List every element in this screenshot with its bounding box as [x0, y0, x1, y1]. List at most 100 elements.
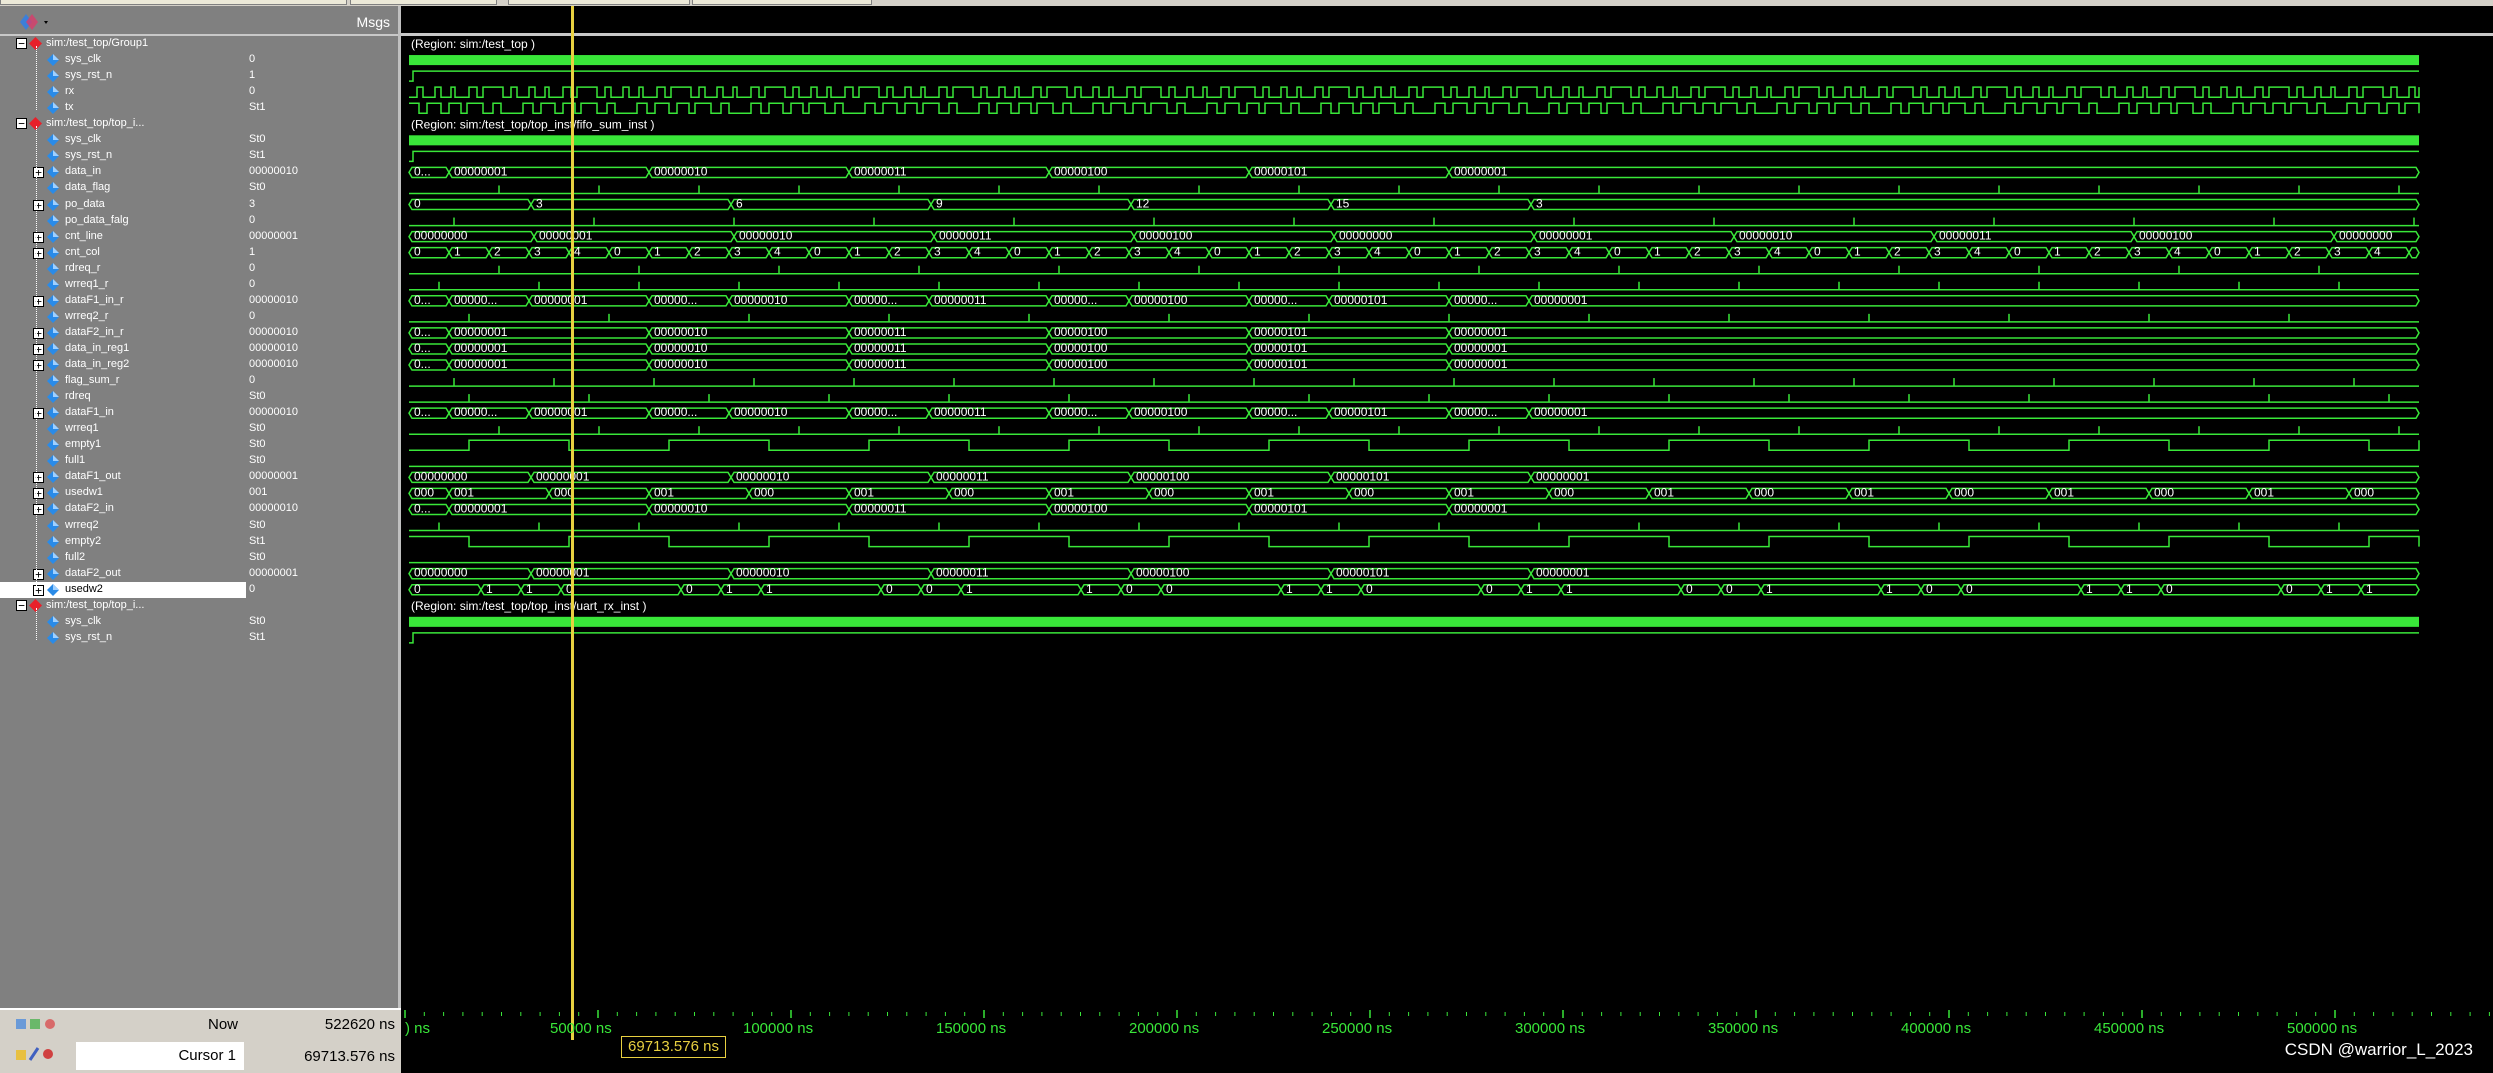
tree-line	[36, 126, 37, 592]
expand-toggle[interactable]: +	[33, 472, 44, 484]
bus-value-label: 1	[454, 245, 461, 259]
toolbar-tab[interactable]	[350, 0, 497, 5]
bus-value-label: 1	[766, 582, 773, 596]
bus-value-label: 1	[2054, 245, 2061, 259]
signal-value: St1	[249, 630, 266, 643]
expand-toggle[interactable]: +	[33, 584, 44, 596]
group-label: sim:/test_top/top_i...	[46, 598, 145, 611]
bus-value-label: 00000010	[734, 405, 788, 419]
signal-diamond-icon	[46, 342, 60, 356]
signal-value: St0	[249, 438, 266, 451]
bus-value-label: 000	[2354, 485, 2374, 499]
cursor-label: Cursor 1	[178, 1047, 236, 1064]
bus-value-label: 1	[1566, 582, 1573, 596]
signal-value: St0	[249, 454, 266, 467]
expand-toggle[interactable]: +	[33, 568, 44, 580]
square-waveform	[409, 535, 2420, 548]
collapse-toggle[interactable]: −	[16, 118, 27, 130]
bus-value-label: 001	[1654, 485, 1674, 499]
zoom-icons[interactable]	[16, 1016, 76, 1032]
bus-value-label: 0	[414, 582, 421, 596]
bus-value-label: 0	[1926, 582, 1933, 596]
bus-value-label: 0	[2166, 582, 2173, 596]
collapse-toggle[interactable]: −	[16, 599, 27, 611]
bus-segment	[1360, 583, 1482, 596]
signal-label: po_data	[65, 197, 105, 210]
expand-toggle[interactable]: +	[33, 408, 44, 420]
axis-tick-label: ) ns	[405, 1020, 431, 1037]
signal-diamond-icon	[46, 310, 60, 324]
signal-diamond-icon	[46, 53, 60, 67]
signal-value: St0	[249, 390, 266, 403]
bus-value-label: 00000010	[654, 164, 708, 178]
expand-toggle[interactable]: +	[33, 360, 44, 371]
bus-value-label: 2	[494, 245, 501, 259]
expand-toggle[interactable]: +	[33, 199, 44, 211]
signal-value-row: 1	[246, 68, 398, 84]
cursor-name-box[interactable]: Cursor 1	[76, 1042, 244, 1070]
bit-waveform	[409, 150, 2419, 163]
bus-value-label: 00000101	[1254, 325, 1308, 339]
bus-value-label: 00000010	[654, 341, 708, 355]
signal-value: St0	[249, 133, 266, 146]
wave-window-icon[interactable]	[18, 12, 50, 32]
signal-diamond-icon	[46, 502, 60, 516]
expand-toggle[interactable]: +	[33, 231, 44, 243]
signal-label: empty2	[65, 534, 102, 547]
toolbar-tab[interactable]	[508, 0, 690, 5]
expand-toggle[interactable]: +	[33, 295, 44, 307]
bus-value-label: 00000100	[1054, 325, 1108, 339]
expand-toggle[interactable]: +	[33, 504, 44, 516]
waveform-pane[interactable]: 0... 00000001 00000010 00000011 00000100 0000…	[401, 6, 2493, 1008]
bus-value-label: 1	[1654, 245, 1661, 259]
bus-value-label: 1	[1766, 582, 1773, 596]
uart-waveform	[409, 86, 2420, 98]
expand-toggle[interactable]: +	[33, 167, 44, 179]
bus-segment	[408, 198, 532, 211]
square-waveform	[409, 439, 2420, 452]
bus-value-label: 2	[1294, 245, 1301, 259]
bus-value-label: 1	[1254, 245, 1261, 259]
bus-value-label: 6	[736, 197, 743, 211]
bus-value-label: 0...	[414, 325, 431, 339]
axis-tick-label: 150000 ns	[936, 1020, 1007, 1037]
signal-value: 1	[249, 245, 256, 258]
cursor-icons[interactable]	[16, 1046, 76, 1062]
bus-value-label: 0	[2214, 245, 2221, 259]
bus-value-label: 00000010	[736, 469, 790, 483]
expand-toggle[interactable]: +	[33, 343, 44, 355]
signal-value-row: 00000010	[246, 405, 398, 421]
bus-value-label: 00000011	[934, 293, 987, 307]
bus-value-label: 00000011	[1939, 229, 1992, 243]
signal-diamond-icon	[46, 214, 60, 228]
bus-value-label: 00000010	[736, 566, 790, 580]
bus-value-label: 1	[1286, 582, 1293, 596]
waveform-canvas[interactable]: 0... 00000001 00000010 00000011 00000100 0000…	[401, 6, 2493, 1008]
bus-value-label: 3	[1134, 245, 1141, 259]
bus-value-label: 001	[854, 485, 874, 499]
expand-toggle[interactable]: +	[33, 327, 44, 339]
bus-value-label: 00000010	[1739, 229, 1793, 243]
bus-value-label: 001	[454, 485, 474, 499]
bus-value-label: 3	[2334, 245, 2341, 259]
collapse-toggle[interactable]: −	[16, 38, 27, 49]
bus-value-label: 0...	[414, 502, 431, 516]
toolbar-tab[interactable]	[0, 0, 347, 5]
toolbar-tab[interactable]	[692, 0, 872, 5]
bus-value-label: 3	[1534, 245, 1541, 259]
bus-value-label: 00000001	[1534, 293, 1588, 307]
signal-value-row: 0	[246, 84, 398, 100]
expand-toggle[interactable]: +	[33, 488, 44, 500]
bus-value-label: 4	[574, 245, 581, 259]
bus-value-label: 2	[694, 245, 701, 259]
status-label-pane: Now Cursor 1	[0, 1008, 246, 1073]
bus-value-label: 001	[654, 485, 674, 499]
signal-value: 1	[249, 69, 256, 82]
bus-value-label: 0...	[414, 164, 431, 178]
signal-name-pane: − sim:/test_top/Group1 sys_clk sys_rst_n rx t…	[0, 6, 248, 1008]
cursor-line[interactable]	[571, 6, 574, 1008]
cursor-time-flag[interactable]: 69713.576 ns	[621, 1036, 726, 1058]
bus-value-label: 1	[1854, 245, 1861, 259]
expand-toggle[interactable]: +	[33, 247, 44, 259]
signal-value-row: 00000010	[246, 293, 398, 309]
